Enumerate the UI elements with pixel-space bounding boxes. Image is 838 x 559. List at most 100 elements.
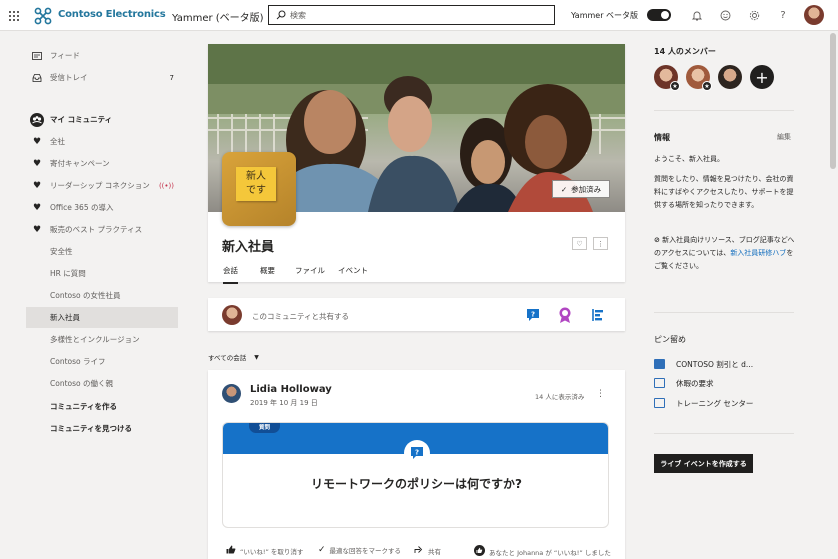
scrollbar-thumb[interactable]	[830, 33, 836, 169]
praise-icon[interactable]	[557, 306, 573, 323]
likes-summary[interactable]: あなたと Johanna が “いいね!” しました	[474, 545, 611, 559]
question-text: リモートワークのポリシーは何ですか?	[311, 477, 522, 491]
joined-button[interactable]: ✓ 参加済み	[552, 180, 610, 198]
post-author[interactable]: Lidia Holloway	[250, 384, 332, 395]
pinned-item[interactable]: CONTOSO 割引と d...	[654, 357, 753, 371]
share-placeholder[interactable]: このコミュニティと共有する	[252, 311, 349, 322]
nav-feed[interactable]: フィード	[26, 45, 178, 66]
add-member-button[interactable]: +	[750, 65, 774, 89]
poll-icon[interactable]	[590, 307, 606, 323]
pinned-item-label: CONTOSO 割引と d...	[676, 359, 754, 369]
mark-best-answer-button[interactable]: ✓ 最適な回答をマークする	[318, 545, 401, 555]
nav-community-item[interactable]: Contoso の女性社員	[26, 285, 178, 306]
nav-community-item[interactable]: 安全性	[26, 241, 178, 262]
discover-community-label: コミュニティを見つける	[50, 424, 133, 433]
nav-community-label: HR に質問	[50, 269, 86, 278]
emoji-icon[interactable]	[718, 8, 732, 22]
nav-my-communities[interactable]: マイ コミュニティ	[26, 109, 178, 130]
heart-icon: ♥	[32, 202, 42, 213]
bell-icon[interactable]	[690, 8, 704, 22]
svg-text:?: ?	[415, 449, 419, 457]
beta-toggle-label: Yammer ベータ版	[571, 11, 639, 20]
post-seen-count[interactable]: 14 人に表示済み	[535, 391, 584, 401]
create-live-event-button[interactable]: ライブ イベントを作成する	[654, 454, 753, 473]
share-button[interactable]: 共有	[414, 545, 441, 557]
link-page-icon	[654, 378, 665, 388]
tab-conversations[interactable]: 会話	[223, 265, 238, 284]
nav-community-label: Contoso ライフ	[50, 357, 106, 366]
member-avatar[interactable]	[718, 65, 742, 89]
mark-best-label: 最適な回答をマークする	[329, 547, 402, 555]
search-icon	[276, 10, 286, 20]
pinned-title: ピン留め	[654, 335, 686, 344]
conversation-filter[interactable]: すべての会話 ▼	[208, 352, 259, 363]
nav-community-item[interactable]: Contoso の働く親	[26, 373, 178, 394]
members-title[interactable]: 14 人のメンバー	[654, 46, 716, 57]
nav-community-item[interactable]: ♥ リーダーシップ コネクション ((•))	[26, 175, 178, 196]
communities-icon	[29, 112, 45, 127]
tab-files[interactable]: ファイル	[295, 265, 325, 276]
nav-community-label: 多様性とインクルージョン	[50, 335, 140, 344]
edit-info-link[interactable]: 編集	[777, 132, 791, 142]
nav-my-communities-label: マイ コミュニティ	[50, 115, 113, 124]
nav-community-label: リーダーシップ コネクション	[50, 181, 150, 190]
unlike-button[interactable]: “いいね!” を取り消す	[226, 545, 303, 557]
app-name: Yammer (ベータ版)	[172, 13, 264, 24]
nav-community-label: Contoso の女性社員	[50, 291, 121, 300]
tab-about[interactable]: 概要	[260, 265, 275, 276]
discover-community-link[interactable]: コミュニティを見つける	[26, 418, 178, 439]
nav-community-item[interactable]: ♥ 販売のベスト プラクティス	[26, 219, 178, 240]
like-badge-icon	[474, 545, 485, 559]
more-icon: ⋮	[597, 239, 604, 248]
joined-label: 参加済み	[571, 184, 602, 194]
nav-community-item[interactable]: ♥ 寄付キャンペーン	[26, 153, 178, 174]
tile-line-2: です	[246, 185, 266, 196]
nav-community-label: 販売のベスト プラクティス	[50, 225, 143, 234]
brand-name: Contoso Electronics	[58, 9, 166, 20]
info-title: 情報	[654, 133, 670, 142]
share-icon	[414, 545, 424, 557]
feed-icon	[29, 51, 45, 60]
user-avatar[interactable]	[804, 5, 824, 25]
nav-community-item[interactable]: 多様性とインクルージョン	[26, 329, 178, 350]
nav-community-item[interactable]: ♥ 全社	[26, 131, 178, 152]
tile-line-1: 新人	[246, 171, 266, 182]
scrollbar[interactable]	[829, 33, 837, 559]
search-box[interactable]	[268, 5, 555, 25]
app-launcher-icon[interactable]	[9, 11, 20, 22]
search-input[interactable]	[290, 8, 550, 22]
unlike-label: “いいね!” を取り消す	[240, 548, 304, 556]
heart-icon: ♥	[32, 158, 42, 169]
resources-hub-link[interactable]: 新入社員研修ハブ	[730, 249, 786, 257]
create-community-link[interactable]: コミュニティを作る	[26, 396, 178, 417]
nav-community-item[interactable]: Contoso ライフ	[26, 351, 178, 372]
post-date[interactable]: 2019 年 10 月 19 日	[250, 398, 318, 408]
resources-text: ⊘ 新入社員向けリソース、ブログ記事などへのアクセスについては、新入社員研修ハブ…	[654, 234, 797, 273]
nav-community-label: 安全性	[50, 247, 73, 256]
check-icon: ✓	[560, 184, 568, 194]
beta-toggle[interactable]	[647, 9, 671, 21]
question-card[interactable]: 質問 ? リモートワークのポリシーは何ですか?	[222, 422, 609, 528]
question-post-icon[interactable]: ?	[525, 307, 541, 323]
help-icon[interactable]: ?	[776, 8, 790, 22]
favorite-button[interactable]: ♡	[572, 237, 587, 250]
pinned-item-label: 休暇の要求	[676, 378, 714, 388]
caret-down-icon: ▼	[254, 353, 259, 361]
nav-inbox-label: 受信トレイ	[50, 73, 88, 82]
post-more-icon[interactable]: ⋮	[596, 389, 605, 399]
gear-icon[interactable]	[747, 8, 761, 22]
pinned-item[interactable]: トレーニング センター	[654, 396, 753, 410]
more-options-button[interactable]: ⋮	[593, 237, 608, 250]
plus-icon: +	[755, 67, 769, 87]
nav-community-item[interactable]: HR に質問	[26, 263, 178, 284]
nav-community-item[interactable]: 新入社員	[26, 307, 178, 328]
divider	[654, 110, 794, 111]
nav-community-item[interactable]: ♥ Office 365 の導入	[26, 197, 178, 218]
admin-star-icon: ★	[670, 81, 680, 91]
tab-events[interactable]: イベント	[338, 265, 368, 276]
nav-inbox[interactable]: 受信トレイ 7	[26, 67, 178, 88]
pinned-item[interactable]: 休暇の要求	[654, 376, 714, 390]
admin-star-icon: ★	[702, 81, 712, 91]
author-avatar[interactable]	[222, 384, 241, 403]
top-bar: Contoso Electronics Yammer (ベータ版) Yammer…	[0, 0, 838, 31]
